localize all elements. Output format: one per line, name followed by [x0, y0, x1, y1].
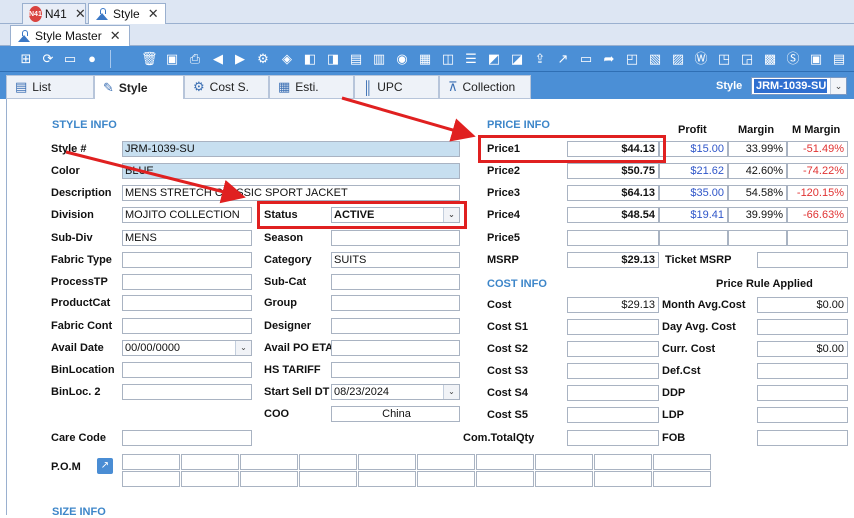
arrow-to-status	[65, 150, 246, 204]
annotation-arrows	[65, 96, 476, 204]
arrow-to-price1	[341, 96, 476, 142]
